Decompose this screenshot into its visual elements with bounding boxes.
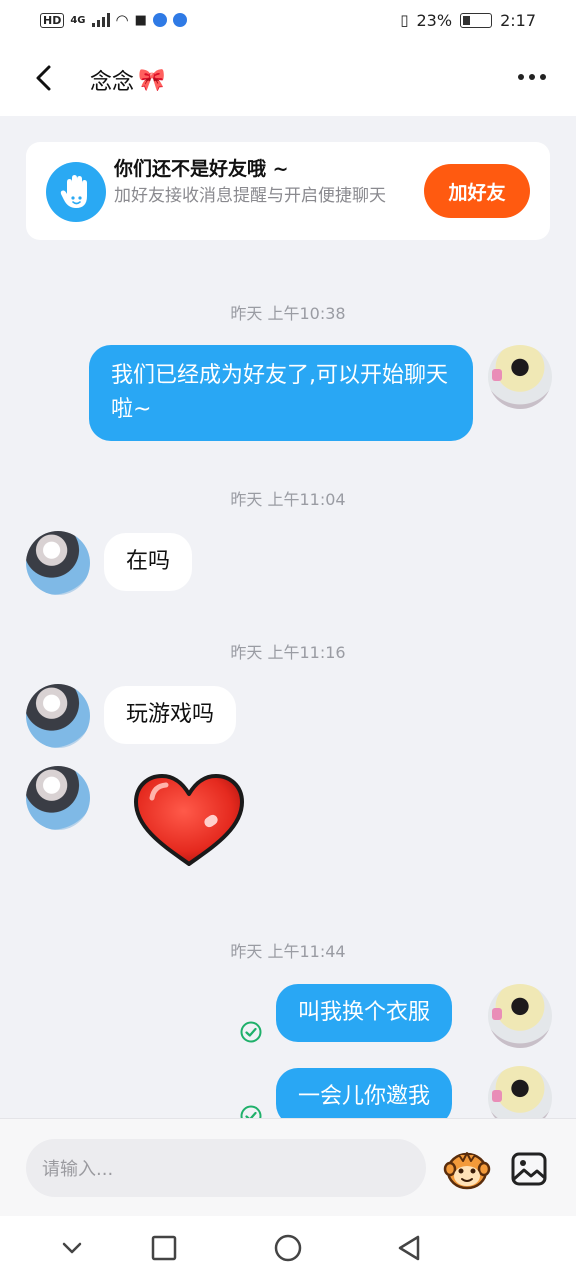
wifi-icon: ◠ — [115, 11, 129, 29]
add-friend-button[interactable]: 加好友 — [424, 164, 530, 218]
contact-avatar[interactable] — [26, 766, 90, 830]
video-icon: ■ — [134, 12, 147, 28]
message-bubble-out[interactable]: 叫我换个衣服 — [276, 984, 453, 1042]
battery-percent: 23% — [416, 10, 453, 30]
signal-icon — [91, 13, 110, 27]
input-bar: 请输入... — [0, 1118, 576, 1216]
message-bubble-in[interactable]: 在吗 — [104, 533, 193, 591]
system-nav-bar — [0, 1216, 576, 1280]
status-left: HD 4G ◠ ■ — [40, 11, 187, 29]
contact-avatar[interactable] — [26, 531, 90, 595]
battery-icon — [460, 12, 493, 28]
contact-avatar[interactable] — [26, 684, 90, 748]
back-triangle-icon[interactable] — [394, 1232, 426, 1264]
add-friend-card: 你们还不是好友哦 ~ 加好友接收消息提醒与开启便捷聊天 加好友 — [26, 142, 550, 240]
back-icon[interactable] — [32, 64, 56, 92]
app-notification-icon — [152, 13, 167, 27]
message-bubble-out[interactable]: 我们已经成为好友了,可以开始聊天啦~ — [89, 345, 473, 441]
more-icon[interactable] — [518, 74, 546, 80]
message-input[interactable]: 请输入... — [26, 1139, 426, 1197]
home-icon[interactable] — [272, 1232, 304, 1264]
image-icon[interactable] — [510, 1151, 548, 1187]
timestamp: 昨天 上午11:44 — [230, 942, 346, 961]
contact-name: 念念 — [90, 70, 135, 95]
my-avatar[interactable] — [488, 345, 552, 409]
clock: 2:17 — [500, 10, 536, 30]
app-notification-icon-2 — [172, 13, 187, 27]
monkey-emoji-icon[interactable] — [443, 1147, 491, 1191]
status-bar: HD 4G ◠ ■ ▯ 23% 2:17 — [0, 0, 576, 40]
heart-sticker[interactable] — [130, 772, 248, 868]
network-type: 4G — [70, 14, 86, 26]
card-description: 加好友接收消息提醒与开启便捷聊天 — [114, 186, 386, 206]
message-bubble-in[interactable]: 玩游戏吗 — [104, 686, 237, 744]
timestamp: 昨天 上午11:04 — [230, 490, 346, 509]
chat-header: 念念 🎀 — [0, 40, 576, 116]
vibrate-icon: ▯ — [400, 11, 409, 29]
hd-indicator: HD — [40, 12, 65, 28]
hand-icon — [46, 162, 106, 222]
recent-apps-icon[interactable] — [148, 1232, 180, 1264]
timestamp: 昨天 上午10:38 — [230, 304, 346, 323]
status-right: ▯ 23% 2:17 — [400, 11, 536, 30]
timestamp: 昨天 上午11:16 — [230, 643, 346, 662]
card-title: 你们还不是好友哦 ~ — [114, 158, 289, 180]
chevron-down-icon[interactable] — [56, 1232, 88, 1264]
my-avatar[interactable] — [488, 984, 552, 1048]
chat-title: 念念 🎀 — [90, 64, 165, 96]
bow-emoji: 🎀 — [138, 67, 166, 93]
read-check-icon — [240, 1021, 262, 1043]
